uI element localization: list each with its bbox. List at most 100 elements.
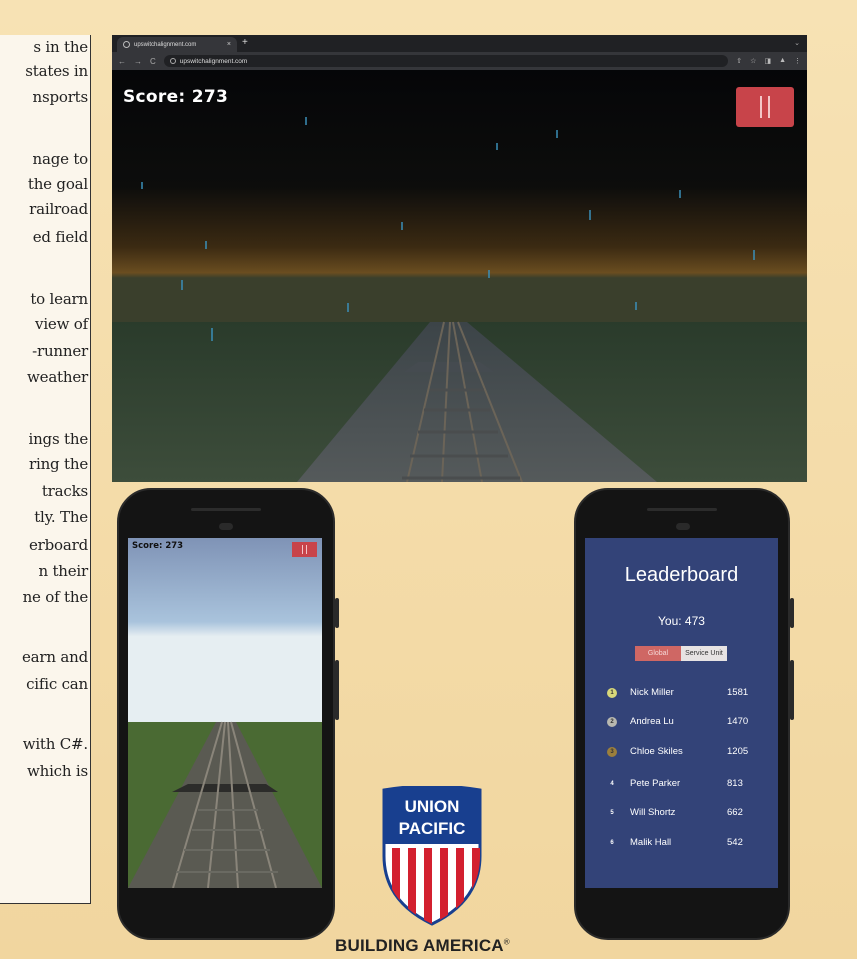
player-points: 813 — [727, 778, 743, 789]
phone-game: Score: 273 — [117, 488, 339, 940]
tab-service-unit[interactable]: Service Unit — [681, 646, 727, 661]
bronze-medal-icon: 3 — [607, 747, 617, 757]
text-fragment: earn and — [21, 648, 88, 666]
tagline: BUILDING AMERICA® — [335, 936, 510, 956]
silver-medal-icon: 2 — [607, 717, 617, 727]
game-scene-night — [112, 70, 807, 482]
close-icon[interactable]: × — [227, 41, 231, 48]
menu-icon[interactable]: ⋮ — [794, 57, 801, 65]
tagline-text: BUILDING AMERICA — [335, 936, 504, 955]
rank-number: 5 — [610, 810, 614, 816]
player-name: Malik Hall — [630, 837, 672, 848]
side-panel-icon[interactable]: ◨ — [764, 57, 771, 65]
globe-icon — [123, 41, 130, 48]
tab-title: upswitchalignment.com — [134, 41, 197, 48]
pause-icon — [768, 96, 770, 118]
leaderboard-row: 1 Nick Miller 1581 — [607, 687, 757, 701]
leaderboard-row: 2 Andrea Lu 1470 — [607, 716, 757, 730]
player-points: 542 — [727, 837, 743, 848]
pause-icon — [306, 545, 307, 554]
leaderboard-screen: Leaderboard You: 473 Global Service Unit… — [585, 538, 778, 888]
leaderboard-tabs: Global Service Unit — [635, 646, 727, 661]
browser-tab[interactable]: upswitchalignment.com × — [117, 37, 237, 52]
text-fragment: nsports — [32, 88, 89, 106]
back-button[interactable]: ← — [118, 57, 126, 66]
chevron-down-icon[interactable]: ⌄ — [794, 39, 800, 47]
text-fragment: with C#. — [22, 735, 89, 753]
player-name: Chloe Skiles — [630, 746, 683, 757]
player-points: 1470 — [727, 716, 749, 727]
leaderboard-row: 3 Chloe Skiles 1205 — [607, 746, 757, 760]
text-fragment: ne of the — [22, 588, 89, 606]
url-text: upswitchalignment.com — [179, 57, 248, 65]
text-fragment: weather — [27, 368, 88, 386]
forward-button[interactable]: → — [134, 57, 142, 66]
share-icon[interactable]: ⇧ — [736, 57, 742, 65]
leaderboard-title: Leaderboard — [624, 564, 739, 586]
player-name: Andrea Lu — [630, 716, 674, 727]
night-sky — [112, 70, 807, 330]
logo-word-pacific: PACIFIC — [399, 819, 466, 838]
text-fragment: ings the — [28, 430, 89, 448]
text-fragment: s in the — [33, 38, 88, 56]
leaderboard-row: 5 Will Shortz 662 — [607, 807, 757, 821]
text-fragment: nage to — [32, 150, 88, 168]
registered-mark: ® — [503, 937, 510, 947]
your-score: You: 473 — [658, 614, 705, 628]
phone-leaderboard: Leaderboard You: 473 Global Service Unit… — [574, 488, 794, 940]
text-fragment: ring the — [29, 455, 88, 473]
rail-switch — [172, 784, 278, 792]
rank-number: 6 — [610, 840, 614, 846]
phone-speaker — [647, 508, 717, 511]
site-info-icon[interactable] — [169, 58, 176, 64]
logo-word-union: UNION — [405, 797, 460, 816]
text-fragment: to learn — [30, 290, 88, 308]
article-text-column: s in the states in nsports nage to the g… — [0, 35, 91, 904]
phone-side-button — [335, 660, 339, 720]
pause-icon — [760, 96, 762, 118]
profile-icon[interactable]: ▲ — [779, 57, 786, 65]
pause-button[interactable] — [736, 87, 794, 127]
player-name: Will Shortz — [630, 807, 676, 818]
game-scene-day — [128, 538, 322, 888]
bookmark-star-icon[interactable]: ☆ — [750, 57, 756, 65]
pause-icon — [302, 545, 303, 554]
player-name: Pete Parker — [630, 778, 681, 789]
browser-window: upswitchalignment.com × + ⌄ ← → C upswit… — [112, 35, 807, 482]
new-tab-button[interactable]: + — [242, 37, 248, 48]
score-display: Score: 273 — [123, 87, 229, 107]
player-points: 662 — [727, 807, 743, 818]
phone-speaker — [191, 508, 261, 511]
score-display: Score: 273 — [132, 541, 184, 551]
player-name: Nick Miller — [630, 687, 674, 698]
address-bar-row: ← → C upswitchalignment.com ⇧ ☆ ◨ ▲ ⋮ — [112, 52, 807, 70]
day-sky — [128, 538, 322, 724]
text-fragment: tly. The — [34, 508, 88, 526]
browser-toolbar: ⇧ ☆ ◨ ▲ ⋮ — [736, 57, 801, 65]
mobile-game-screen: Score: 273 — [128, 538, 322, 888]
rank-number: 4 — [610, 781, 614, 787]
url-field[interactable]: upswitchalignment.com — [163, 55, 729, 67]
text-fragment: view of — [35, 315, 88, 333]
phone-side-button — [790, 660, 794, 720]
gold-medal-icon: 1 — [607, 688, 617, 698]
tab-global[interactable]: Global — [635, 646, 681, 661]
leaderboard-row: 4 Pete Parker 813 — [607, 778, 757, 792]
phone-side-button — [335, 598, 339, 628]
rail-switch — [404, 362, 494, 372]
text-fragment: erboard — [29, 536, 88, 554]
text-fragment: the goal — [27, 175, 88, 193]
pause-button[interactable] — [292, 542, 317, 557]
player-points: 1581 — [727, 687, 749, 698]
text-fragment: which is — [26, 762, 88, 780]
leaderboard-row: 6 Malik Hall 542 — [607, 837, 757, 851]
player-points: 1205 — [727, 746, 749, 757]
reload-button[interactable]: C — [150, 57, 156, 66]
browser-tab-bar: upswitchalignment.com × + ⌄ — [112, 35, 807, 52]
phone-camera — [676, 523, 690, 530]
union-pacific-shield-logo: UNION PACIFIC — [382, 786, 482, 926]
phone-camera — [219, 523, 233, 530]
text-fragment: ed field — [32, 228, 88, 246]
text-fragment: cific can — [26, 675, 88, 693]
text-fragment: tracks — [41, 482, 88, 500]
